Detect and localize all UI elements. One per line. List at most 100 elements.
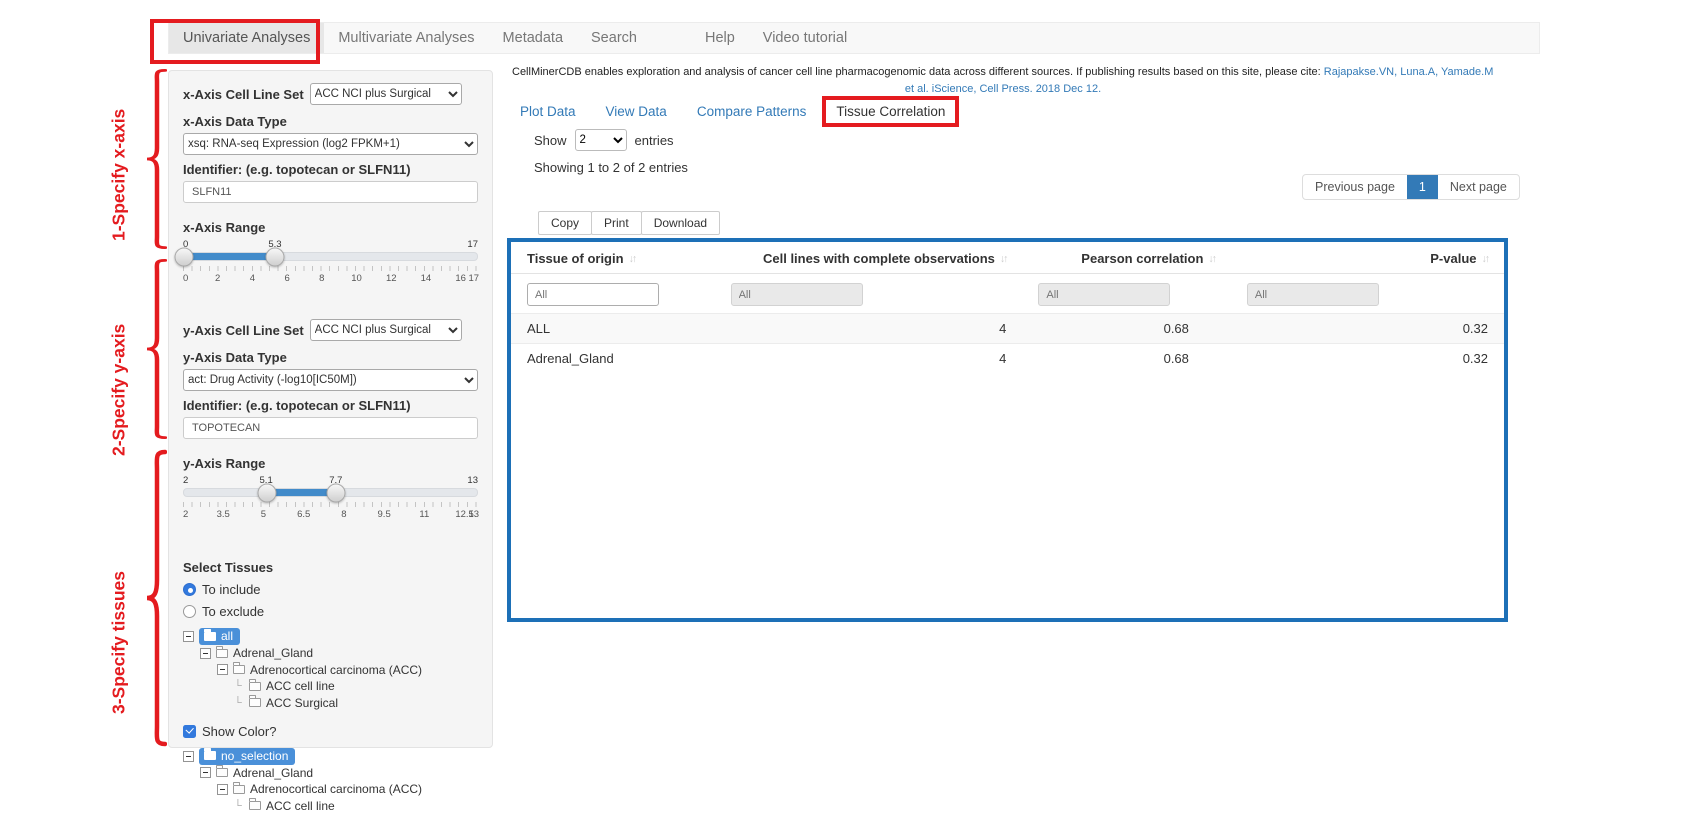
column-header-label: Cell lines with complete observations xyxy=(763,251,995,266)
tree-node-adrenal-gland[interactable]: Adrenal_Gland xyxy=(183,646,478,662)
tree-node-no-selection[interactable]: no_selection xyxy=(183,749,478,765)
annotation-brace-2 xyxy=(143,258,167,440)
y-axis-identifier-input[interactable] xyxy=(183,417,478,439)
slider-tick-label: 3.5 xyxy=(217,509,230,520)
sort-icon[interactable]: ↓↑ xyxy=(629,253,636,265)
slider-tick-label: 16 xyxy=(455,273,466,284)
y-axis-data-type-select[interactable]: act: Drug Activity (-log10[IC50M]) xyxy=(183,369,478,391)
export-download-button[interactable]: Download xyxy=(641,211,720,235)
result-tabs: Plot Data View Data Compare Patterns Tissue… xyxy=(512,102,953,121)
tree-expander-icon[interactable] xyxy=(217,664,228,675)
show-color-label: Show Color? xyxy=(202,724,276,739)
cell-pearson: 0.68 xyxy=(1022,344,1231,374)
tab-tissue-correlation[interactable]: Tissue Correlation xyxy=(828,102,953,121)
filter-input-pearson-correlation[interactable] xyxy=(1038,283,1170,306)
tab-plot-data[interactable]: Plot Data xyxy=(512,102,584,121)
nav-item-video-tutorial[interactable]: Video tutorial xyxy=(749,23,861,53)
show-color-checkbox[interactable] xyxy=(183,725,196,738)
slider-tick-label: 9.5 xyxy=(378,509,391,520)
slider-tick-label: 8 xyxy=(341,509,346,520)
tree-node-all[interactable]: all xyxy=(183,629,478,645)
sort-icon[interactable]: ↓↑ xyxy=(1482,253,1489,265)
x-axis-identifier-label: Identifier: (e.g. topotecan or SLFN11) xyxy=(183,162,478,177)
x-axis-identifier-input[interactable] xyxy=(183,181,478,203)
citation-link-journal[interactable]: et al. iScience, Cell Press. 2018 Dec 12… xyxy=(905,83,1101,95)
pagination-current-page[interactable]: 1 xyxy=(1407,175,1438,199)
nav-item-search[interactable]: Search xyxy=(577,23,651,53)
slider-tick-marks xyxy=(183,502,478,507)
citation-link-authors[interactable]: Rajapakse.VN, Luna.A, Yamade.M xyxy=(1324,66,1494,78)
tree-item: all xyxy=(199,628,240,645)
filter-input-tissue-of-origin[interactable] xyxy=(527,283,659,306)
nav-item-multivariate-analyses[interactable]: Multivariate Analyses xyxy=(324,23,488,53)
nav-item-metadata[interactable]: Metadata xyxy=(489,23,577,53)
export-print-button[interactable]: Print xyxy=(591,211,642,235)
column-header-cell-lines-with-complete-observations[interactable]: Cell lines with complete observations ↓↑ xyxy=(715,242,1023,274)
x-axis-range-slider[interactable]: 05.317024681012141617 xyxy=(183,239,478,285)
tree-node-acc-cell-line[interactable]: └ACC cell line xyxy=(183,679,478,695)
sort-icon[interactable]: ↓↑ xyxy=(1208,253,1215,265)
y-axis-range-label: y-Axis Range xyxy=(183,456,478,471)
y-axis-range-slider[interactable]: 25.17.71323.556.589.51112.513 xyxy=(183,475,478,521)
table-info: Showing 1 to 2 of 2 entries xyxy=(534,160,688,175)
tree-expander-icon[interactable] xyxy=(183,631,194,642)
tree-node-label: Adrenal_Gland xyxy=(233,766,313,780)
filter-input-p-value[interactable] xyxy=(1247,283,1379,306)
page: Univariate AnalysesMultivariate Analyses… xyxy=(0,0,1694,813)
tree-node-adrenal-gland[interactable]: Adrenal_Gland xyxy=(183,765,478,781)
radio-to-exclude[interactable] xyxy=(183,605,196,618)
tree-node-acc-cell-line[interactable]: └ACC cell line xyxy=(183,798,478,813)
nav-items: Univariate AnalysesMultivariate Analyses… xyxy=(169,23,1539,53)
slider-track[interactable] xyxy=(183,252,478,261)
slider-track[interactable] xyxy=(183,488,478,497)
filter-cell-cell-lines-with-complete-observations xyxy=(715,274,1023,314)
cell-cell_lines: 4 xyxy=(715,314,1023,344)
pagination-previous-button[interactable]: Previous page xyxy=(1303,175,1407,199)
tree-expander-icon[interactable] xyxy=(183,751,194,762)
slider-tick-label: 4 xyxy=(250,273,255,284)
annotation-brace-3 xyxy=(143,448,167,748)
sort-icon[interactable]: ↓↑ xyxy=(1000,253,1007,265)
citation-body: CellMinerCDB enables exploration and ana… xyxy=(512,66,1321,78)
export-copy-button[interactable]: Copy xyxy=(538,211,592,235)
tab-view-data[interactable]: View Data xyxy=(598,102,675,121)
annotation-brace-1 xyxy=(143,68,167,250)
folder-icon xyxy=(249,682,261,691)
radio-to-include-label: To include xyxy=(202,582,261,597)
nav-item-help[interactable]: Help xyxy=(691,23,749,53)
tree-node-adrenocortical-carcinoma-acc[interactable]: Adrenocortical carcinoma (ACC) xyxy=(183,662,478,678)
tab-compare-patterns[interactable]: Compare Patterns xyxy=(689,102,815,121)
nav-item-univariate-analyses[interactable]: Univariate Analyses xyxy=(169,23,324,53)
tree-expander-icon[interactable] xyxy=(217,784,228,795)
slider-value-labels: 05.317 xyxy=(183,239,478,252)
folder-icon xyxy=(233,665,245,674)
filter-input-cell-lines-with-complete-observations[interactable] xyxy=(731,283,863,306)
slider-handle[interactable] xyxy=(257,483,276,502)
column-header-tissue-of-origin[interactable]: Tissue of origin ↓↑ xyxy=(511,242,715,274)
tree-expander-icon[interactable] xyxy=(200,648,211,659)
y-axis-data-type-label: y-Axis Data Type xyxy=(183,350,478,365)
y-axis-cell-line-set-select[interactable]: ACC NCI plus Surgical xyxy=(310,319,462,341)
pagination-next-button[interactable]: Next page xyxy=(1438,175,1519,199)
slider-handle[interactable] xyxy=(175,247,194,266)
entries-select[interactable]: 2 xyxy=(575,129,627,151)
tree-expander-icon[interactable] xyxy=(200,767,211,778)
tree-node-adrenocortical-carcinoma-acc[interactable]: Adrenocortical carcinoma (ACC) xyxy=(183,782,478,798)
slider-handle[interactable] xyxy=(326,483,345,502)
column-header-pearson-correlation[interactable]: Pearson correlation↓↑ xyxy=(1022,242,1231,274)
x-axis-cell-line-set-select[interactable]: ACC NCI plus Surgical xyxy=(310,83,462,105)
slider-tick-labels: 23.556.589.51112.513 xyxy=(183,509,478,521)
slider-tick-label: 2 xyxy=(183,509,188,520)
column-header-label: Tissue of origin xyxy=(527,251,624,266)
slider-handle[interactable] xyxy=(266,247,285,266)
tree-node-acc-surgical[interactable]: └ACC Surgical xyxy=(183,695,478,711)
slider-tick-label: 5 xyxy=(261,509,266,520)
table-row: Adrenal_Gland40.680.32 xyxy=(511,344,1504,374)
filter-cell-tissue-of-origin xyxy=(511,274,715,314)
cell-tissue: ALL xyxy=(511,314,715,344)
radio-to-include[interactable] xyxy=(183,583,196,596)
tree-node-label: all xyxy=(221,629,233,643)
tree-item: ACC Surgical xyxy=(249,696,338,710)
x-axis-data-type-select[interactable]: xsq: RNA-seq Expression (log2 FPKM+1) xyxy=(183,133,478,155)
column-header-p-value[interactable]: P-value↓↑ xyxy=(1231,242,1504,274)
